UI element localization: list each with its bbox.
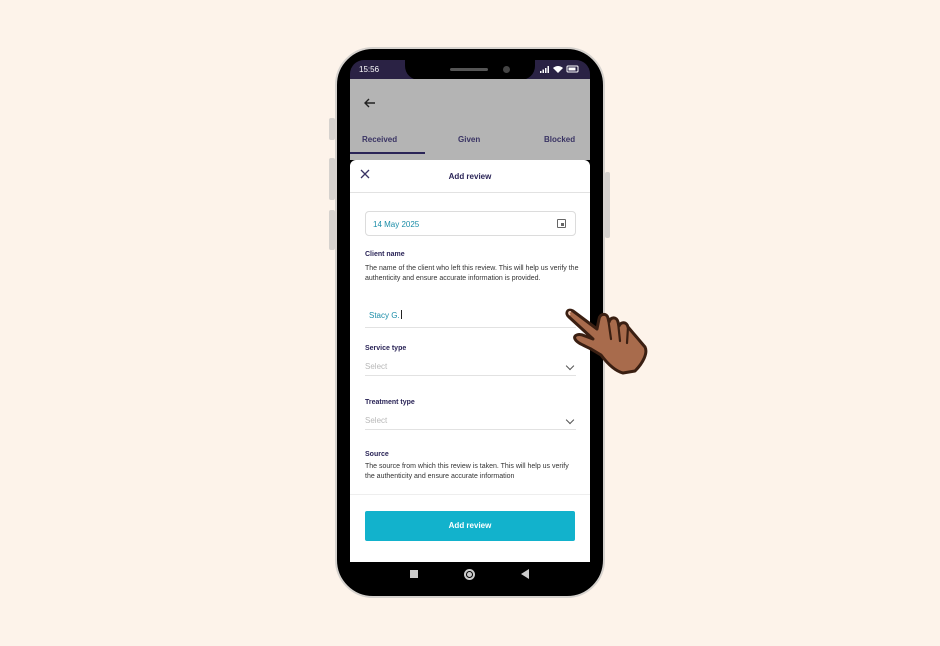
app-header: Received Given Blocked — [350, 79, 590, 160]
chevron-down-icon — [565, 415, 575, 425]
service-type-placeholder: Select — [365, 362, 388, 371]
camera-notch — [405, 60, 535, 80]
back-arrow-icon[interactable] — [364, 96, 376, 111]
home-icon[interactable] — [464, 569, 475, 580]
sheet-title: Add review — [448, 172, 492, 181]
client-name-input[interactable]: Stacy G. — [365, 303, 576, 328]
treatment-type-select[interactable]: Select — [365, 414, 576, 430]
speaker-grille — [450, 68, 488, 71]
add-review-button[interactable]: Add review — [365, 511, 575, 541]
service-type-select[interactable]: Select — [365, 360, 576, 376]
tab-given[interactable]: Given — [458, 135, 480, 144]
front-camera — [503, 66, 510, 73]
back-triangle-icon[interactable] — [521, 569, 529, 579]
client-name-value: Stacy G. — [369, 310, 402, 320]
treatment-type-label: Treatment type — [365, 399, 415, 406]
date-field[interactable]: 14 May 2025 — [365, 211, 576, 236]
pointing-hand-icon — [555, 305, 655, 380]
android-nav-bar — [350, 562, 590, 586]
power-button — [605, 172, 610, 238]
source-help: The source from which this review is tak… — [365, 463, 569, 480]
date-value: 14 May 2025 — [373, 220, 420, 229]
service-type-label: Service type — [365, 345, 407, 352]
text-caret — [400, 310, 402, 319]
treatment-type-placeholder: Select — [365, 416, 388, 425]
calendar-icon[interactable] — [557, 219, 566, 228]
tab-received[interactable]: Received — [362, 135, 397, 144]
status-time: 15:56 — [359, 65, 380, 74]
signal-wifi-battery-icon — [540, 64, 580, 76]
client-name-help: The name of the client who left this rev… — [365, 265, 579, 282]
status-bar: 15:56 — [350, 60, 590, 80]
sheet-divider — [350, 192, 590, 193]
active-tab-indicator — [350, 152, 425, 154]
phone-screen: 15:56 Received Given Blocked Add review … — [350, 60, 590, 586]
client-name-label: Client name — [365, 251, 405, 258]
source-label: Source — [365, 451, 389, 458]
recents-icon[interactable] — [410, 570, 418, 578]
tab-blocked[interactable]: Blocked — [544, 135, 575, 144]
sheet-footer: Add review — [350, 494, 590, 562]
